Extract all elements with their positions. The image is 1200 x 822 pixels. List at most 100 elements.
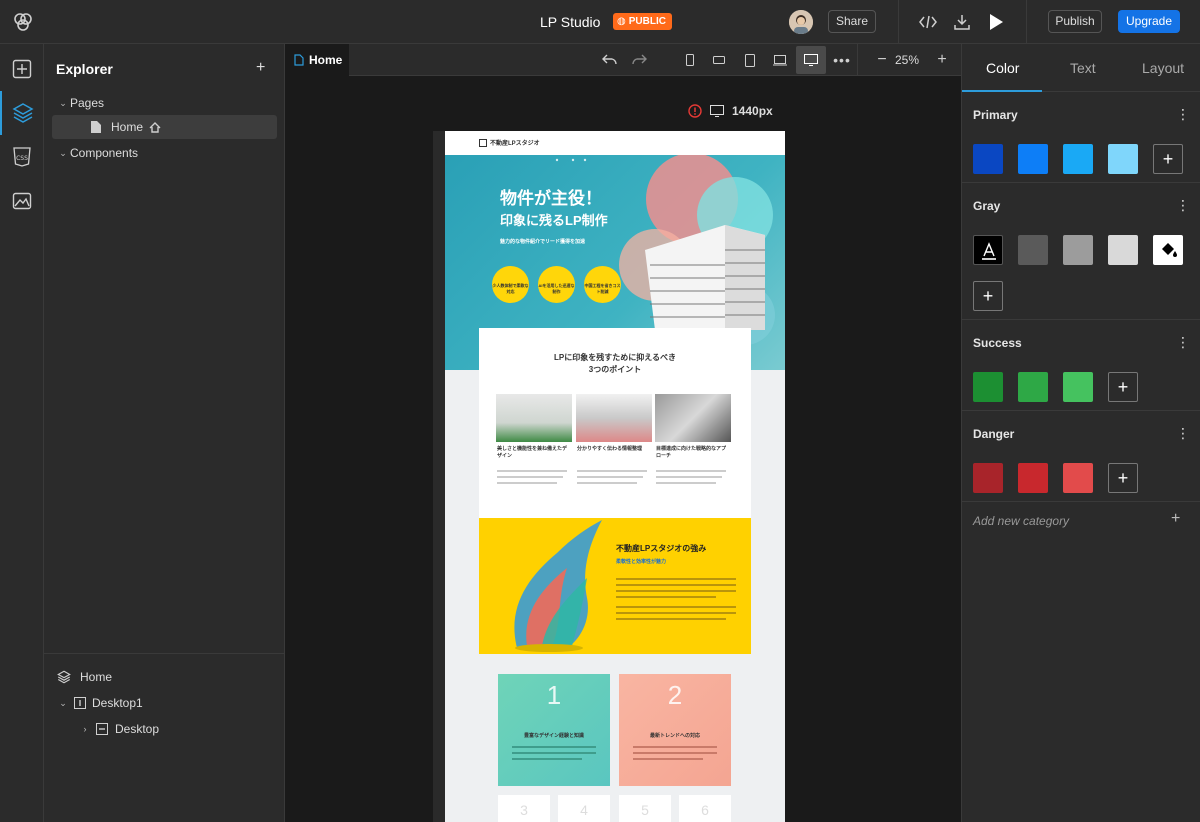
- download-icon[interactable]: [950, 11, 974, 33]
- color-swatch[interactable]: [1018, 235, 1048, 265]
- tree-pages[interactable]: ⌄ Pages: [44, 91, 285, 115]
- frame-icon: [74, 697, 86, 709]
- divider: [962, 319, 1200, 320]
- divider: [962, 501, 1200, 502]
- layer-desktop[interactable]: › Desktop: [44, 717, 285, 741]
- play-icon[interactable]: [984, 10, 1008, 34]
- color-swatch[interactable]: [1018, 372, 1048, 402]
- image-assets-icon[interactable]: [0, 179, 44, 223]
- tab-color[interactable]: Color: [986, 60, 1019, 76]
- lp-header[interactable]: 不動産LPスタジオ: [445, 131, 785, 155]
- svg-text:CSS: CSS: [16, 155, 28, 162]
- add-color-button[interactable]: +: [1153, 144, 1183, 174]
- color-swatch[interactable]: [1063, 372, 1093, 402]
- text-line: [512, 746, 596, 748]
- lp-points-card[interactable]: LPに印象を残すために抑えるべき 3つのポイント 美しさと機能性を兼ね備えたデザ…: [479, 328, 751, 518]
- tree-components[interactable]: ⌄ Components: [44, 141, 285, 165]
- chevron-down-icon[interactable]: ⌄: [56, 98, 70, 109]
- avatar[interactable]: [789, 10, 813, 34]
- tablet-icon[interactable]: [742, 52, 758, 68]
- lp-hero-line2: 印象に残るLP制作: [500, 213, 608, 228]
- chevron-right-icon[interactable]: ›: [78, 724, 92, 734]
- code-icon[interactable]: [916, 11, 940, 33]
- lp-feature-box-2[interactable]: 2 最新トレンドへの対応: [619, 674, 731, 786]
- share-button[interactable]: Share: [828, 10, 876, 33]
- lp-box-number-1: 1: [546, 680, 562, 710]
- color-swatch[interactable]: [1108, 144, 1138, 174]
- desktop-icon[interactable]: [796, 46, 826, 74]
- lp-feature-2: AIを活用した迅速な制作: [538, 266, 575, 303]
- canvas-toolbar: Home ••• − 25% +: [285, 44, 961, 76]
- color-swatch[interactable]: [1063, 235, 1093, 265]
- add-page-icon[interactable]: +: [256, 59, 265, 77]
- mobile-portrait-icon[interactable]: [683, 52, 697, 68]
- layers-icon[interactable]: [0, 91, 44, 135]
- text-line: [577, 482, 637, 484]
- more-vertical-icon[interactable]: ⋮: [1176, 197, 1190, 214]
- lp-small-box-5: 5: [619, 795, 671, 822]
- lp-point-title-3: 目標達成に向けた戦略的なアプローチ: [656, 446, 727, 459]
- lp-box-number-2: 2: [667, 680, 683, 710]
- tree-page-home-label: Home: [111, 120, 144, 134]
- text-line: [633, 752, 717, 754]
- more-vertical-icon[interactable]: ⋮: [1176, 106, 1190, 123]
- publish-button[interactable]: Publish: [1048, 10, 1102, 33]
- add-color-button[interactable]: +: [973, 281, 1003, 311]
- text-line: [616, 578, 736, 580]
- artboard-page[interactable]: 不動産LPスタジオ 物件が主役！ 印象に残るLP制作 魅力的な物件紹介でリード獲…: [445, 131, 785, 822]
- tab-home[interactable]: Home: [285, 44, 349, 76]
- lp-feature-box-1[interactable]: 1 豊富なデザイン経験と知識: [498, 674, 610, 786]
- chevron-down-icon[interactable]: ⌄: [56, 698, 70, 709]
- zoom-in-icon[interactable]: +: [935, 51, 949, 68]
- text-line: [512, 752, 596, 754]
- add-element-icon[interactable]: [0, 47, 44, 91]
- add-category-label[interactable]: Add new category: [973, 514, 1069, 528]
- undo-icon[interactable]: [601, 52, 619, 68]
- text-line: [497, 482, 557, 484]
- lp-strength-sub: 柔軟性と効率性が魅力: [616, 559, 667, 565]
- add-color-button[interactable]: +: [1108, 463, 1138, 493]
- laptop-icon[interactable]: [772, 52, 788, 68]
- text-line: [616, 590, 736, 592]
- tab-layout[interactable]: Layout: [1142, 60, 1184, 76]
- color-swatch[interactable]: [973, 372, 1003, 402]
- chevron-down-icon[interactable]: ⌄: [56, 148, 70, 159]
- mobile-landscape-icon[interactable]: [711, 52, 727, 68]
- color-swatch[interactable]: [973, 463, 1003, 493]
- home-icon: [149, 121, 161, 133]
- more-vertical-icon[interactable]: ⋮: [1176, 334, 1190, 351]
- text-line: [656, 482, 716, 484]
- color-swatch[interactable]: [1063, 144, 1093, 174]
- lp-feature-3: 中国工程を省きコスト削減: [584, 266, 621, 303]
- text-line: [616, 612, 736, 614]
- more-icon[interactable]: •••: [833, 52, 850, 68]
- color-swatch[interactable]: [1108, 235, 1138, 265]
- lp-logo-icon: [479, 139, 487, 147]
- inspector-panel: Color Text Layout Primary ⋮ + Gray ⋮ + S…: [961, 44, 1200, 822]
- tree-page-home[interactable]: Home: [52, 115, 277, 139]
- color-swatch[interactable]: [1018, 144, 1048, 174]
- zoom-out-icon[interactable]: −: [875, 51, 889, 68]
- lp-strength-section[interactable]: 不動産LPスタジオの強み 柔軟性と効率性が魅力: [479, 518, 751, 654]
- color-swatch[interactable]: [973, 144, 1003, 174]
- add-color-button[interactable]: +: [1108, 372, 1138, 402]
- layer-root-home[interactable]: Home: [44, 665, 285, 689]
- redo-icon[interactable]: [630, 52, 648, 68]
- lp-box-title-2: 最新トレンドへの対応: [649, 733, 700, 739]
- color-swatch[interactable]: [1153, 235, 1183, 265]
- upgrade-button[interactable]: Upgrade: [1118, 10, 1180, 33]
- text-line: [633, 746, 717, 748]
- lp-point-title-1: 美しさと機能性を兼ね備えたデザイン: [497, 446, 568, 459]
- color-swatch[interactable]: [1018, 463, 1048, 493]
- warning-icon: [688, 104, 702, 118]
- tab-text[interactable]: Text: [1070, 60, 1096, 76]
- add-category-icon[interactable]: +: [1171, 510, 1180, 528]
- color-swatch[interactable]: [1063, 463, 1093, 493]
- css-icon[interactable]: CSS: [0, 135, 44, 179]
- tab-home-label: Home: [309, 53, 343, 67]
- more-vertical-icon[interactable]: ⋮: [1176, 425, 1190, 442]
- layer-desktop1[interactable]: ⌄ Desktop1: [44, 691, 285, 715]
- color-swatch[interactable]: [973, 235, 1003, 265]
- app-logo-icon[interactable]: [12, 11, 34, 33]
- canvas[interactable]: Home ••• − 25% + 1440px 不動産LPスタジオ 物件が主役！…: [285, 44, 961, 822]
